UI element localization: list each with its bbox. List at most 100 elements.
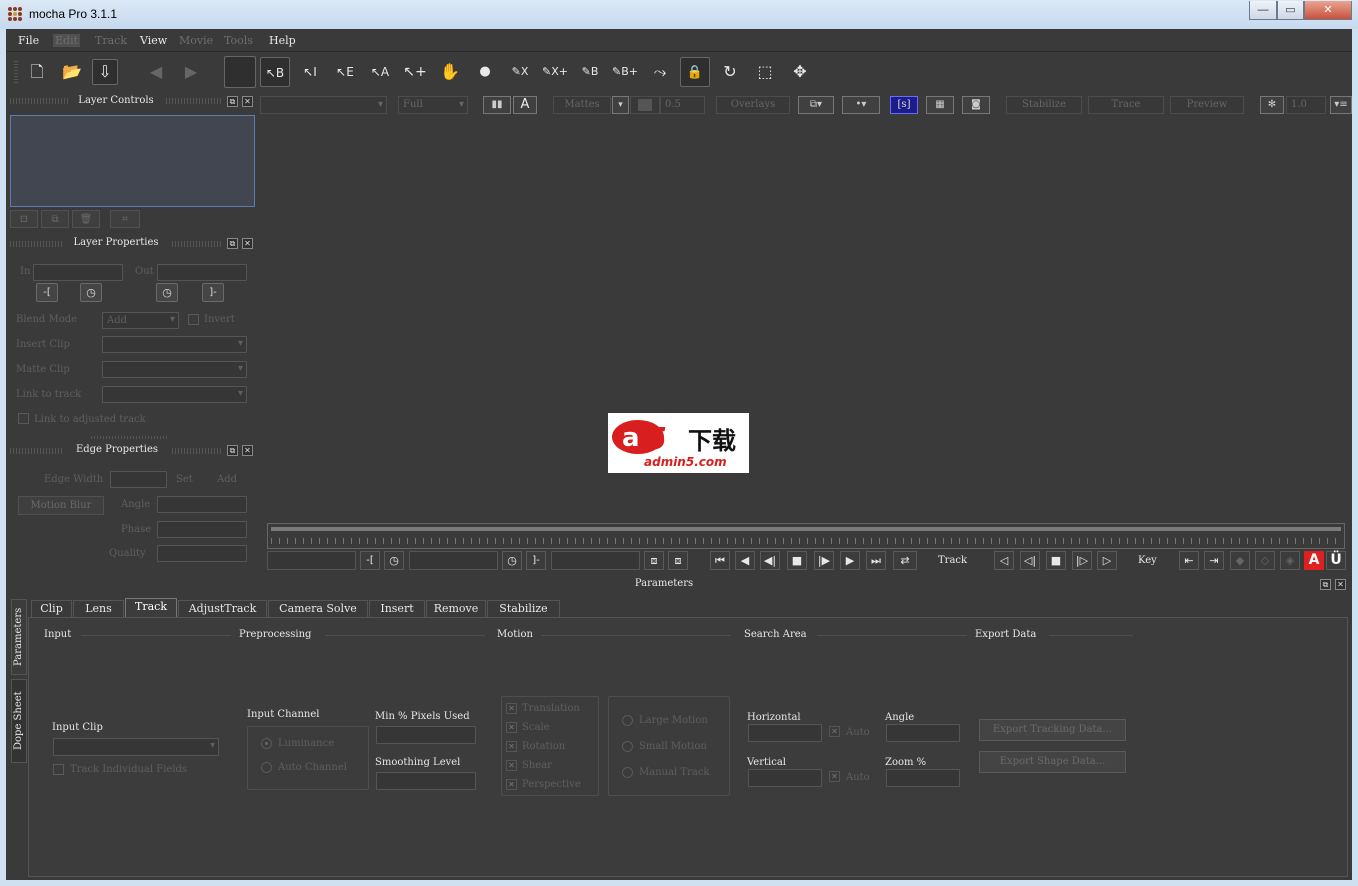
play-backward-button[interactable]: ◀: [735, 551, 755, 570]
out-point-field[interactable]: [157, 264, 247, 281]
motion-blur-button[interactable]: Motion Blur: [18, 496, 104, 515]
opacity-field[interactable]: 0.5: [660, 96, 705, 114]
stabilize-button[interactable]: Stabilize: [1006, 96, 1082, 114]
layer-list[interactable]: [10, 115, 255, 207]
overlay-mode-select[interactable]: ⧉▾: [798, 96, 834, 114]
close-panel-icon[interactable]: ✕: [242, 238, 253, 249]
tab-lens[interactable]: Lens: [73, 600, 124, 617]
splitter-grip[interactable]: [91, 436, 169, 439]
float-panel-icon[interactable]: ⧉: [227, 445, 238, 456]
input-clip-select[interactable]: ▾: [53, 738, 219, 756]
perspective-checkbox[interactable]: ✕: [506, 779, 517, 790]
tab-insert[interactable]: Insert: [369, 600, 425, 617]
auto-channel-radio[interactable]: [261, 762, 272, 773]
set-out-button[interactable]: ]-: [202, 283, 224, 302]
close-panel-icon[interactable]: ✕: [1335, 579, 1346, 590]
clear-keys-button[interactable]: ◈: [1280, 551, 1300, 570]
track-individual-checkbox[interactable]: [53, 764, 64, 775]
view-channels-button[interactable]: ▮▮: [483, 96, 511, 114]
point-tool[interactable]: ●: [470, 57, 500, 87]
track-step-forward-button[interactable]: |▷: [1072, 551, 1092, 570]
go-to-start-button[interactable]: ⏮: [710, 551, 730, 570]
mattes-button[interactable]: Mattes: [553, 96, 611, 114]
delete-layer-button[interactable]: 🗑: [72, 210, 100, 228]
select-b-tool[interactable]: ↖B: [260, 57, 290, 87]
zoom-field[interactable]: 1.0: [1286, 96, 1326, 114]
menu-edit[interactable]: Edit: [53, 34, 81, 47]
add-layer-button[interactable]: ⊡: [10, 210, 38, 228]
large-motion-radio[interactable]: [622, 715, 633, 726]
loop-button[interactable]: ⇄: [893, 551, 917, 570]
track-backward-button[interactable]: ◁: [994, 551, 1014, 570]
zoom-field[interactable]: [886, 769, 960, 787]
link-to-track-select[interactable]: ▾: [102, 386, 247, 403]
angle-field[interactable]: [886, 724, 960, 742]
tab-remove[interactable]: Remove: [426, 600, 486, 617]
grid-button[interactable]: ▦: [926, 96, 954, 114]
preview-button[interactable]: Preview: [1170, 96, 1244, 114]
float-panel-icon[interactable]: ⧉: [227, 238, 238, 249]
snapshot-button[interactable]: ◙: [962, 96, 990, 114]
tab-stabilize[interactable]: Stabilize: [487, 600, 560, 617]
delete-key-button[interactable]: ◇: [1255, 551, 1275, 570]
play-forward-button[interactable]: ▶: [840, 551, 860, 570]
trace-button[interactable]: Trace: [1088, 96, 1164, 114]
maximize-button[interactable]: ▭: [1277, 1, 1304, 20]
matte-color-swatch[interactable]: [630, 96, 660, 114]
link-adjusted-checkbox[interactable]: [18, 413, 29, 424]
rotation-checkbox[interactable]: ✕: [506, 741, 517, 752]
insert-clip-select[interactable]: ▾: [102, 336, 247, 353]
quality-field[interactable]: [157, 545, 247, 562]
reset-timeline-button[interactable]: ⧈: [668, 551, 688, 570]
scale-tool[interactable]: ⬚: [750, 57, 780, 87]
track-forward-button[interactable]: ▷: [1097, 551, 1117, 570]
duplicate-layer-button[interactable]: ⧉: [41, 210, 69, 228]
timeline-range-bar[interactable]: [271, 527, 1341, 531]
horizontal-field[interactable]: [748, 724, 822, 742]
track-stop-button[interactable]: ■: [1046, 551, 1066, 570]
in-frame-field[interactable]: [267, 551, 356, 570]
clip-select[interactable]: ▾: [260, 96, 387, 114]
out-frame-field[interactable]: [551, 551, 640, 570]
timeline-scrubber[interactable]: [267, 523, 1345, 549]
in-clock-button[interactable]: ◷: [384, 551, 404, 570]
overlays-button[interactable]: Overlays: [716, 96, 790, 114]
x-spline-tool[interactable]: ✎X: [505, 57, 535, 87]
vertical-auto-checkbox[interactable]: ✕: [829, 771, 840, 782]
side-tab-parameters[interactable]: Parameters: [11, 599, 27, 675]
select-e-tool[interactable]: ↖E: [330, 57, 360, 87]
invert-checkbox[interactable]: [188, 314, 199, 325]
close-panel-icon[interactable]: ✕: [242, 445, 253, 456]
add-key-button[interactable]: ◆: [1230, 551, 1250, 570]
exposure-button[interactable]: ✻: [1260, 96, 1284, 114]
bezier-tool[interactable]: ✎B: [575, 57, 605, 87]
viewer-canvas[interactable]: [260, 119, 1348, 551]
translation-checkbox[interactable]: ✕: [506, 703, 517, 714]
out-clock-button[interactable]: ◷: [156, 283, 178, 302]
float-panel-icon[interactable]: ⧉: [1320, 579, 1331, 590]
layer-bounds-button[interactable]: ⌗: [110, 210, 140, 228]
menu-track[interactable]: Track: [95, 34, 127, 47]
current-frame-field[interactable]: [409, 551, 498, 570]
side-tab-dope-sheet[interactable]: Dope Sheet: [11, 679, 27, 763]
small-motion-radio[interactable]: [622, 741, 633, 752]
in-point-field[interactable]: [33, 264, 123, 281]
save-project-button[interactable]: ⇩: [92, 59, 118, 85]
rotate-tool[interactable]: ↻: [715, 57, 745, 87]
luminance-radio[interactable]: [261, 738, 272, 749]
set-in-button[interactable]: -[: [36, 283, 58, 302]
key-u-button[interactable]: Ü: [1326, 551, 1346, 570]
redo-button[interactable]: ▶: [176, 57, 206, 87]
open-project-button[interactable]: 📂: [57, 57, 87, 87]
tab-adjusttrack[interactable]: AdjustTrack: [178, 600, 267, 617]
out-clock-button[interactable]: ◷: [502, 551, 522, 570]
step-forward-button[interactable]: |▶: [814, 551, 834, 570]
smoothing-field[interactable]: [376, 772, 476, 790]
in-clock-button[interactable]: ◷: [80, 283, 102, 302]
angle-field[interactable]: [157, 496, 247, 513]
menu-movie[interactable]: Movie: [179, 34, 213, 47]
menu-view[interactable]: View: [140, 34, 167, 47]
float-panel-icon[interactable]: ⧉: [227, 96, 238, 107]
bezier-add-tool[interactable]: ✎B+: [610, 57, 640, 87]
new-project-button[interactable]: 🗋: [22, 57, 52, 87]
